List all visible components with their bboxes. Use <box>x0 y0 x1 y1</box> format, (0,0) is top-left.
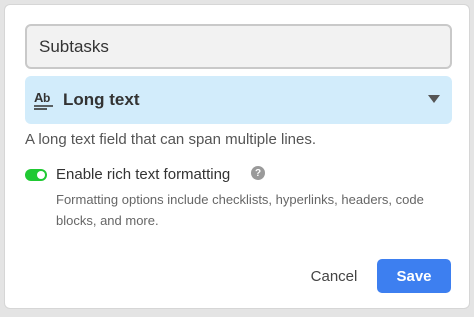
toggle-knob <box>37 171 45 179</box>
rich-text-toggle[interactable] <box>25 169 47 181</box>
field-type-select[interactable]: A b Long text <box>25 76 452 124</box>
field-name-input[interactable]: Subtasks <box>25 24 452 69</box>
svg-text:b: b <box>43 91 50 105</box>
field-config-dialog: Subtasks A b Long text A long text field… <box>4 4 470 309</box>
field-name-value: Subtasks <box>39 36 109 56</box>
field-type-label: Long text <box>63 90 140 109</box>
text-ab-icon: A b <box>33 89 55 111</box>
save-button[interactable]: Save <box>377 259 451 293</box>
field-type-description: A long text field that can span multiple… <box>25 131 317 148</box>
help-icon[interactable]: ? <box>251 166 265 180</box>
rich-text-label: Enable rich text formatting <box>56 166 231 183</box>
rich-text-help: Formatting options include checklists, h… <box>56 192 424 228</box>
cancel-button[interactable]: Cancel <box>299 261 369 291</box>
chevron-down-icon <box>428 95 440 103</box>
